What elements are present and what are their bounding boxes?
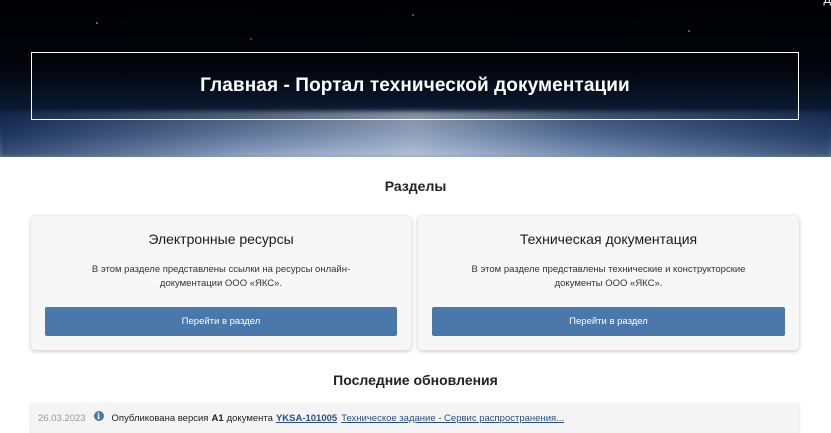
star <box>412 14 414 16</box>
card-title: Техническая документация <box>519 231 698 247</box>
sections-heading: Разделы <box>384 178 447 194</box>
go-to-section-button[interactable]: Перейти в раздел <box>432 307 785 336</box>
update-text: Опубликована версия <box>111 412 209 424</box>
update-list-item: 26.03.2023 i Опубликована версия А1 доку… <box>31 403 799 433</box>
card-technical-documentation: Техническая документация В этом разделе … <box>418 216 799 350</box>
document-title-link[interactable]: Техническое задание - Сервис распростран… <box>341 413 564 424</box>
card-title: Электронные ресурсы <box>148 231 294 247</box>
update-date: 26.03.2023 <box>38 412 86 424</box>
page-title: Главная - Портал технической документаци… <box>200 75 630 96</box>
updates-heading: Последние обновления <box>333 372 498 388</box>
go-to-section-button[interactable]: Перейти в раздел <box>45 307 397 336</box>
card-electronic-resources: Электронные ресурсы В этом разделе предс… <box>31 216 411 350</box>
document-code-link[interactable]: YKSA-101005 <box>276 413 337 424</box>
update-version: А1 <box>211 412 224 424</box>
update-doc-word: документа <box>226 412 273 424</box>
card-description: В этом разделе представлены ссылки на ре… <box>91 264 351 289</box>
hero-banner: Д Главная - Портал технической документа… <box>0 0 831 157</box>
star <box>96 22 98 24</box>
card-description: В этом разделе представлены технические … <box>471 264 746 289</box>
star <box>250 38 252 40</box>
hero-title-frame: Главная - Портал технической документаци… <box>31 52 799 120</box>
star <box>688 30 690 32</box>
info-icon: i <box>93 411 104 421</box>
corner-text[interactable]: Д <box>824 0 831 6</box>
